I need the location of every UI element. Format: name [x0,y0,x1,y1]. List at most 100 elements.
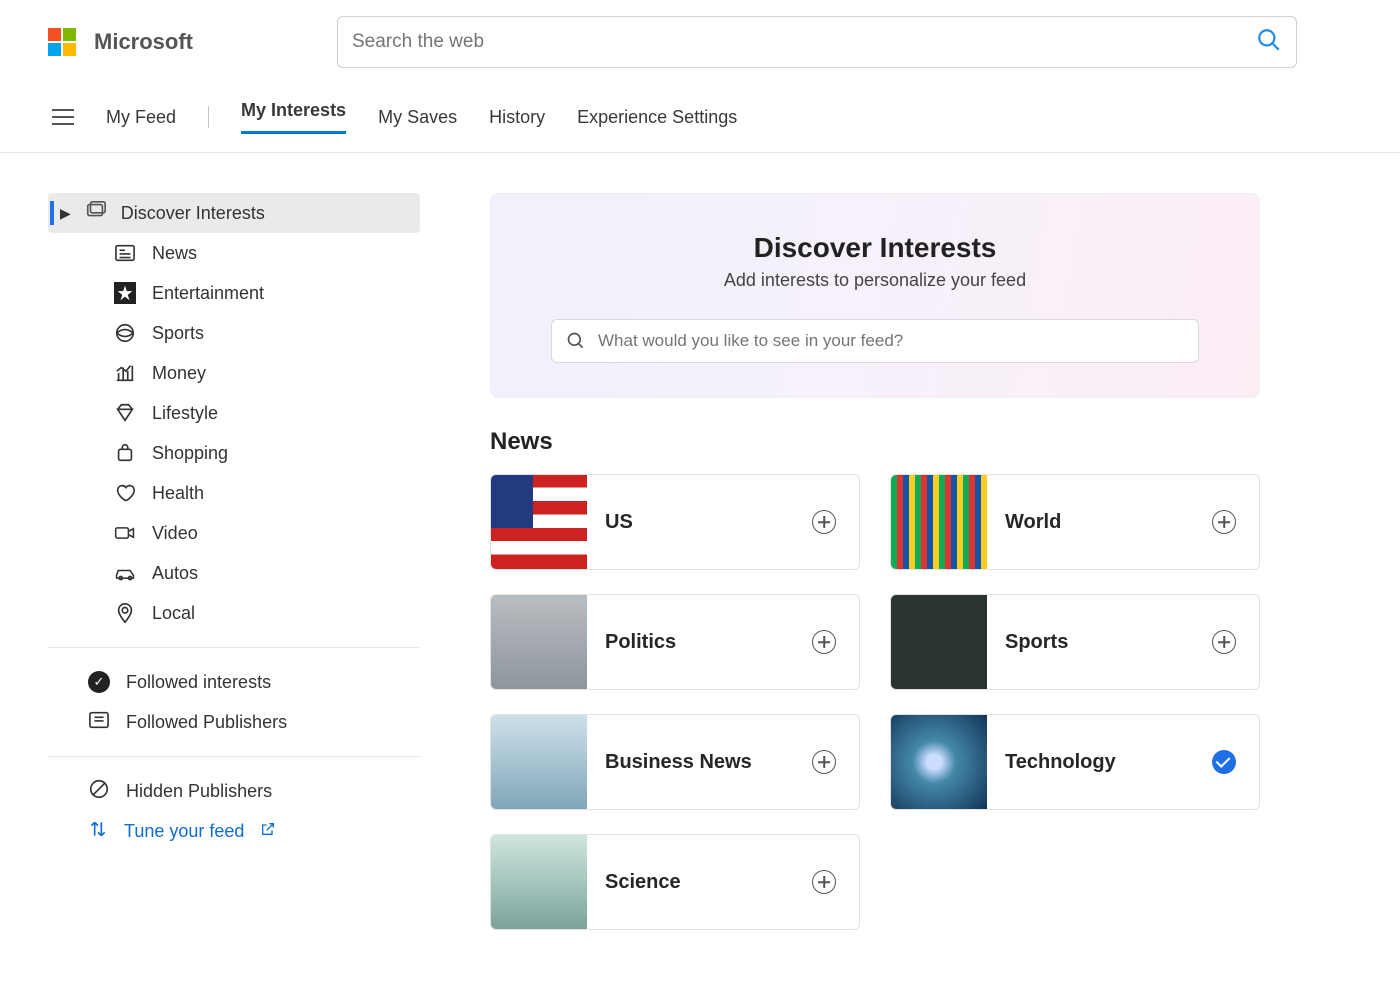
hamburger-icon[interactable] [52,109,74,125]
nav-link-my-interests[interactable]: My Interests [241,100,346,134]
search-icon[interactable] [1256,27,1282,58]
sidebar-item-followed-publishers[interactable]: Followed Publishers [48,702,420,742]
search-bar[interactable] [337,16,1297,68]
interest-card-science[interactable]: Science [490,834,860,930]
ball-icon [114,322,136,344]
sidebar-item-video[interactable]: Video [48,513,420,553]
sidebar-item-lifestyle[interactable]: Lifestyle [48,393,420,433]
sidebar-item-news[interactable]: News [48,233,420,273]
followed-check-icon[interactable] [1212,750,1236,774]
chart-icon [114,362,136,384]
sidebar-item-entertainment[interactable]: Entertainment [48,273,420,313]
interest-thumbnail [891,474,987,570]
sidebar-item-label: Followed Publishers [126,712,287,733]
video-icon [114,522,136,544]
nav-row: My Feed My Interests My Saves History Ex… [0,78,1400,153]
search-input[interactable] [352,31,1256,53]
sidebar-separator [48,756,420,757]
pin-icon [114,602,136,624]
sidebar-item-label: Discover Interests [121,203,265,224]
add-interest-icon[interactable] [812,630,836,654]
external-link-icon [260,821,276,842]
sidebar-item-label: Hidden Publishers [126,781,272,802]
interest-search-box[interactable] [551,319,1199,363]
sidebar-item-label: Lifestyle [152,403,218,424]
sidebar-item-followed-interests[interactable]: ✓ Followed interests [48,662,420,702]
interest-card-us[interactable]: US [490,474,860,570]
sidebar-item-autos[interactable]: Autos [48,553,420,593]
chevron-right-icon: ▶ [60,205,71,222]
sidebar-item-money[interactable]: Money [48,353,420,393]
header: Microsoft [0,0,1400,78]
add-interest-icon[interactable] [1212,630,1236,654]
discover-icon [85,200,107,227]
add-interest-icon[interactable] [1212,510,1236,534]
hero-subtitle: Add interests to personalize your feed [551,270,1199,291]
microsoft-logo-icon [48,28,76,56]
add-interest-icon[interactable] [812,750,836,774]
add-interest-button[interactable] [1203,510,1245,534]
diamond-icon [114,402,136,424]
interest-card-politics[interactable]: Politics [490,594,860,690]
interest-thumbnail [491,834,587,930]
sidebar-item-label: Sports [152,323,204,344]
interest-thumbnail [891,594,987,690]
sidebar-item-local[interactable]: Local [48,593,420,633]
sidebar-item-shopping[interactable]: Shopping [48,433,420,473]
star-icon [114,282,136,304]
nav-link-experience-settings[interactable]: Experience Settings [577,107,737,128]
sidebar-item-label: Followed interests [126,672,271,693]
sidebar-item-label: Money [152,363,206,384]
brand-label: Microsoft [94,29,193,55]
sort-arrows-icon [88,819,108,844]
sidebar-item-hidden-publishers[interactable]: Hidden Publishers [48,771,420,811]
sidebar-item-label: Autos [152,563,198,584]
interest-card-world[interactable]: World [890,474,1260,570]
main-content: Discover Interests Add interests to pers… [490,193,1260,930]
blocked-icon [88,778,110,805]
section-title: News [490,428,1260,456]
bag-icon [114,442,136,464]
add-interest-icon[interactable] [812,510,836,534]
add-interest-icon[interactable] [812,870,836,894]
sidebar-item-label: News [152,243,197,264]
nav-divider [208,106,209,128]
sidebar-item-discover-interests[interactable]: ▶ Discover Interests [48,193,420,233]
interest-card-label: World [987,511,1203,534]
heart-icon [114,482,136,504]
add-interest-button[interactable] [803,630,845,654]
sidebar-item-label: Entertainment [152,283,264,304]
nav-link-history[interactable]: History [489,107,545,128]
sidebar-item-label: Local [152,603,195,624]
add-interest-button[interactable] [803,510,845,534]
interest-search-input[interactable] [598,331,1184,351]
interest-card-label: Politics [587,631,803,654]
interest-card-grid: US World Politics Sports Business News Techno… [490,474,1260,930]
news-icon [114,242,136,264]
sidebar-item-tune-your-feed[interactable]: Tune your feed [48,811,420,851]
nav-link-my-saves[interactable]: My Saves [378,107,457,128]
publishers-icon [88,710,110,735]
add-interest-button[interactable] [1203,630,1245,654]
interest-thumbnail [491,474,587,570]
hero-panel: Discover Interests Add interests to pers… [490,193,1260,398]
interest-card-sports[interactable]: Sports [890,594,1260,690]
search-icon [566,331,586,351]
add-interest-button[interactable] [803,750,845,774]
interest-thumbnail [891,714,987,810]
car-icon [114,562,136,584]
sidebar-item-label: Video [152,523,198,544]
sidebar: ▶ Discover Interests News Entertainment Sp… [48,193,420,930]
interest-thumbnail [491,594,587,690]
check-circle-icon: ✓ [88,671,110,693]
sidebar-item-label: Health [152,483,204,504]
nav-link-my-feed[interactable]: My Feed [106,107,176,128]
add-interest-button[interactable] [803,870,845,894]
interest-card-technology[interactable]: Technology [890,714,1260,810]
hero-title: Discover Interests [551,232,1199,264]
sidebar-item-health[interactable]: Health [48,473,420,513]
add-interest-button[interactable] [1203,750,1245,774]
interest-card-business-news[interactable]: Business News [490,714,860,810]
sidebar-item-label: Shopping [152,443,228,464]
sidebar-item-sports[interactable]: Sports [48,313,420,353]
